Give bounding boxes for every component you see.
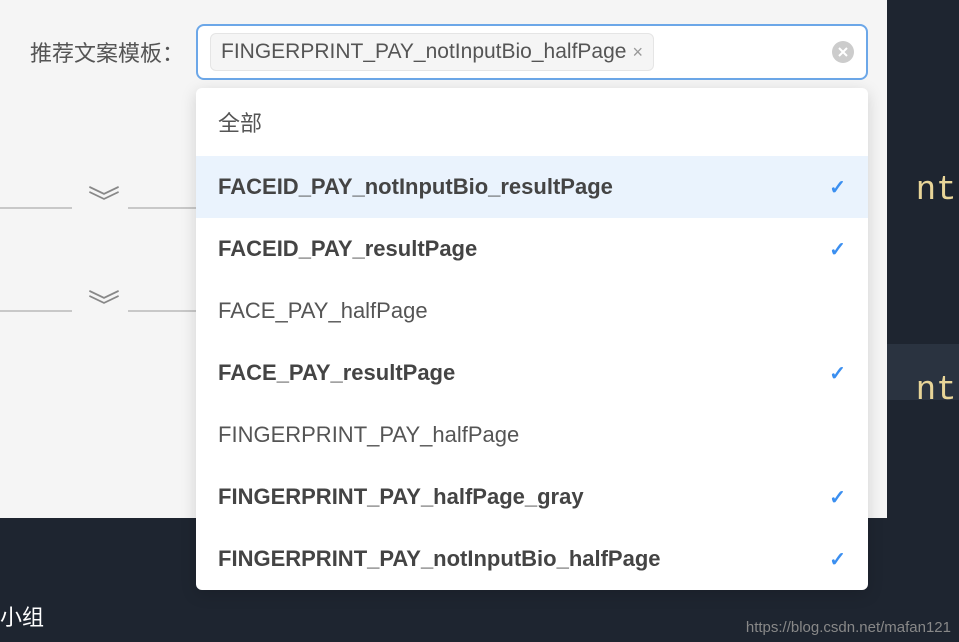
check-icon: ✓ [829,485,846,510]
dropdown-option[interactable]: FACEID_PAY_notInputBio_resultPage ✓ [196,156,868,218]
option-label: FINGERPRINT_PAY_halfPage [218,422,519,448]
clear-all-icon[interactable] [832,41,854,63]
check-icon: ✓ [829,361,846,386]
dropdown-option[interactable]: FINGERPRINT_PAY_notInputBio_halfPage ✓ [196,528,868,590]
tag-text: FINGERPRINT_PAY_notInputBio_halfPage [221,40,626,64]
option-label: FINGERPRINT_PAY_notInputBio_halfPage [218,546,661,572]
footer-link[interactable]: 小组 [0,600,44,632]
check-icon: ✓ [829,175,846,200]
option-label: FACE_PAY_resultPage [218,360,455,386]
template-select-input[interactable]: FINGERPRINT_PAY_notInputBio_halfPage × [196,24,868,80]
check-icon: ✓ [829,237,846,262]
check-icon: ✓ [829,547,846,572]
watermark-text: https://blog.csdn.net/mafan121 [746,619,951,636]
dropdown-panel: 全部 FACEID_PAY_notInputBio_resultPage✓FAC… [196,88,868,590]
chevron-double-down-icon: ︾ [88,196,120,209]
dropdown-option[interactable]: FACE_PAY_resultPage ✓ [196,342,868,404]
side-code-text-2: nt- [916,372,959,410]
dropdown-option[interactable]: FACE_PAY_halfPage [196,280,868,342]
connector-line [0,310,72,312]
connector-line [128,207,203,209]
dropdown-option[interactable]: FINGERPRINT_PAY_halfPage_gray ✓ [196,466,868,528]
chevron-double-down-icon: ︾ [88,300,120,313]
connector-line [0,207,72,209]
field-label: 推荐文案模板： [30,36,184,68]
option-label: FACE_PAY_halfPage [218,298,428,324]
dropdown-option[interactable]: FACEID_PAY_resultPage ✓ [196,218,868,280]
tag-remove-icon[interactable]: × [632,43,643,61]
dropdown-header: 全部 [196,88,868,156]
selected-tag: FINGERPRINT_PAY_notInputBio_halfPage × [210,33,654,71]
option-label: FACEID_PAY_notInputBio_resultPage [218,174,613,200]
side-code-text-1: nt- [916,172,959,210]
option-label: FINGERPRINT_PAY_halfPage_gray [218,484,584,510]
dropdown-option[interactable]: FINGERPRINT_PAY_halfPage [196,404,868,466]
option-label: FACEID_PAY_resultPage [218,236,477,262]
connector-line [128,310,203,312]
